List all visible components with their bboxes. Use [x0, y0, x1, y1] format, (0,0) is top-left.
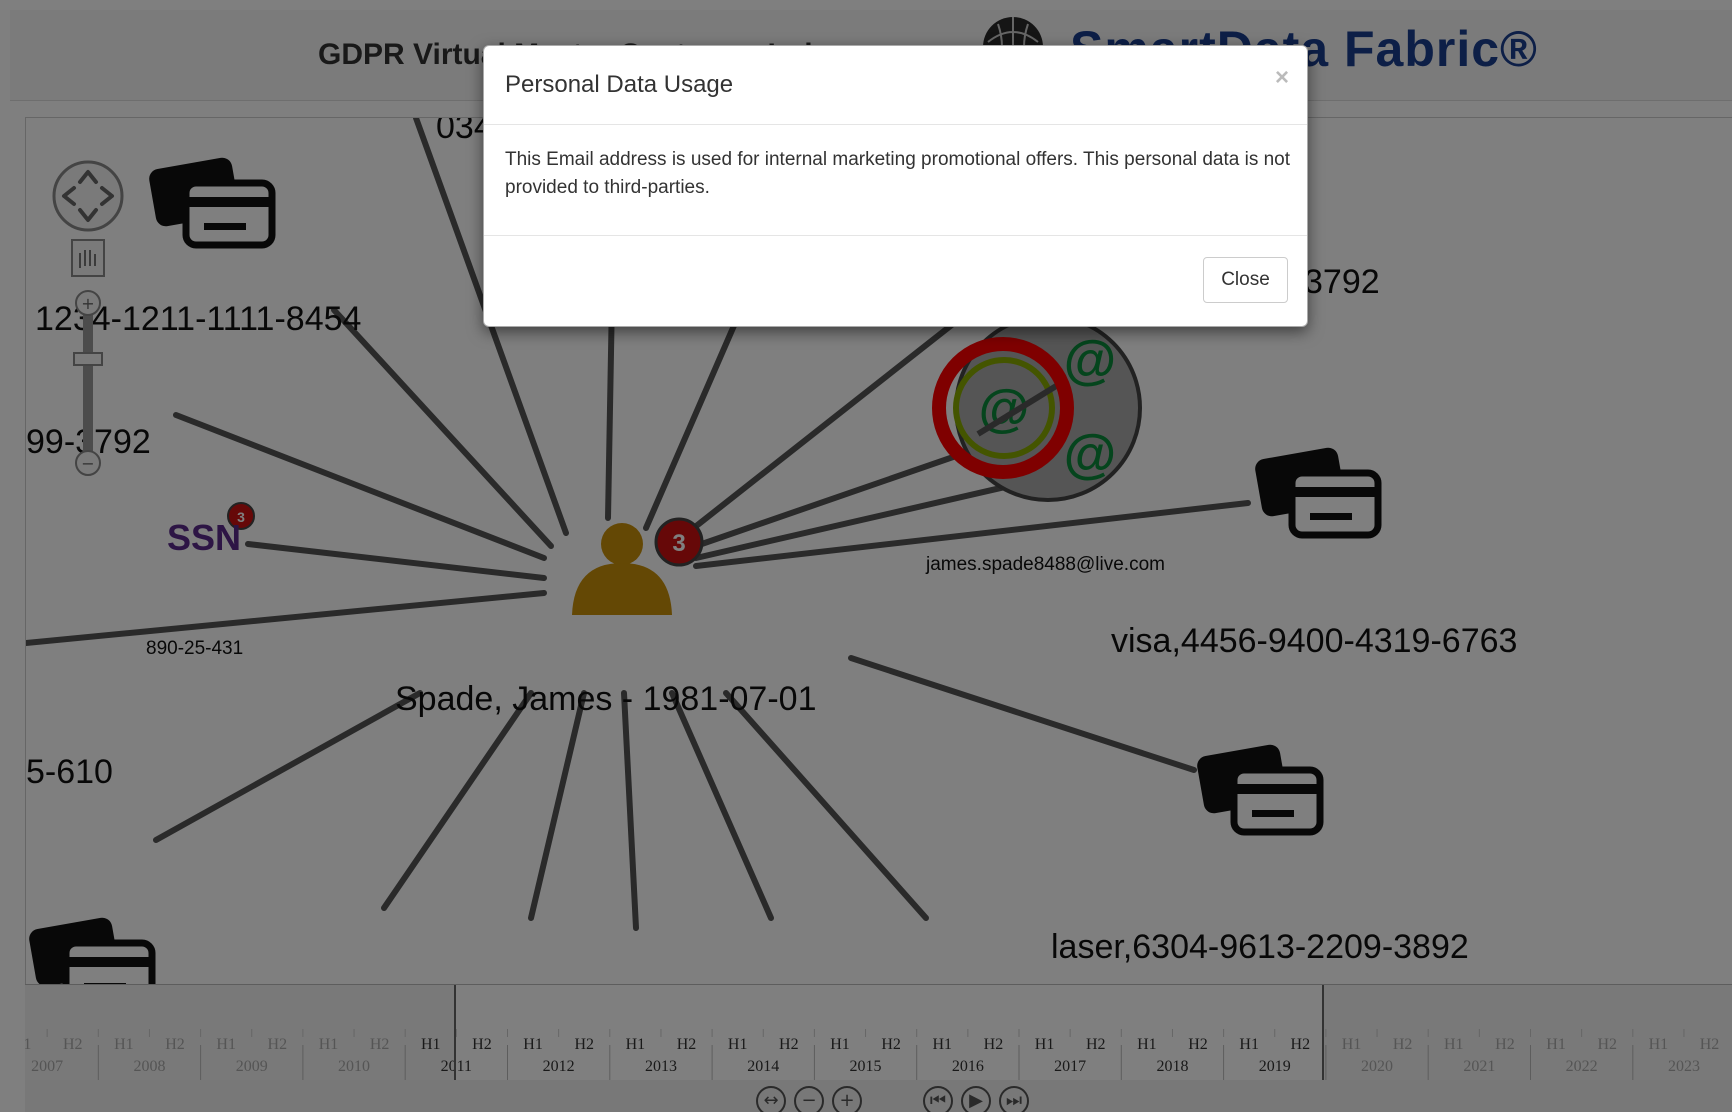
modal-title: Personal Data Usage: [505, 71, 734, 98]
modal-header: Personal Data Usage ×: [484, 46, 1307, 125]
modal-body-text: This Email address is used for internal …: [505, 149, 1291, 198]
close-button[interactable]: Close: [1203, 257, 1288, 303]
modal-footer: Close: [484, 235, 1307, 327]
personal-data-usage-dialog: Personal Data Usage × This Email address…: [483, 45, 1308, 327]
close-icon[interactable]: ×: [1275, 64, 1289, 92]
